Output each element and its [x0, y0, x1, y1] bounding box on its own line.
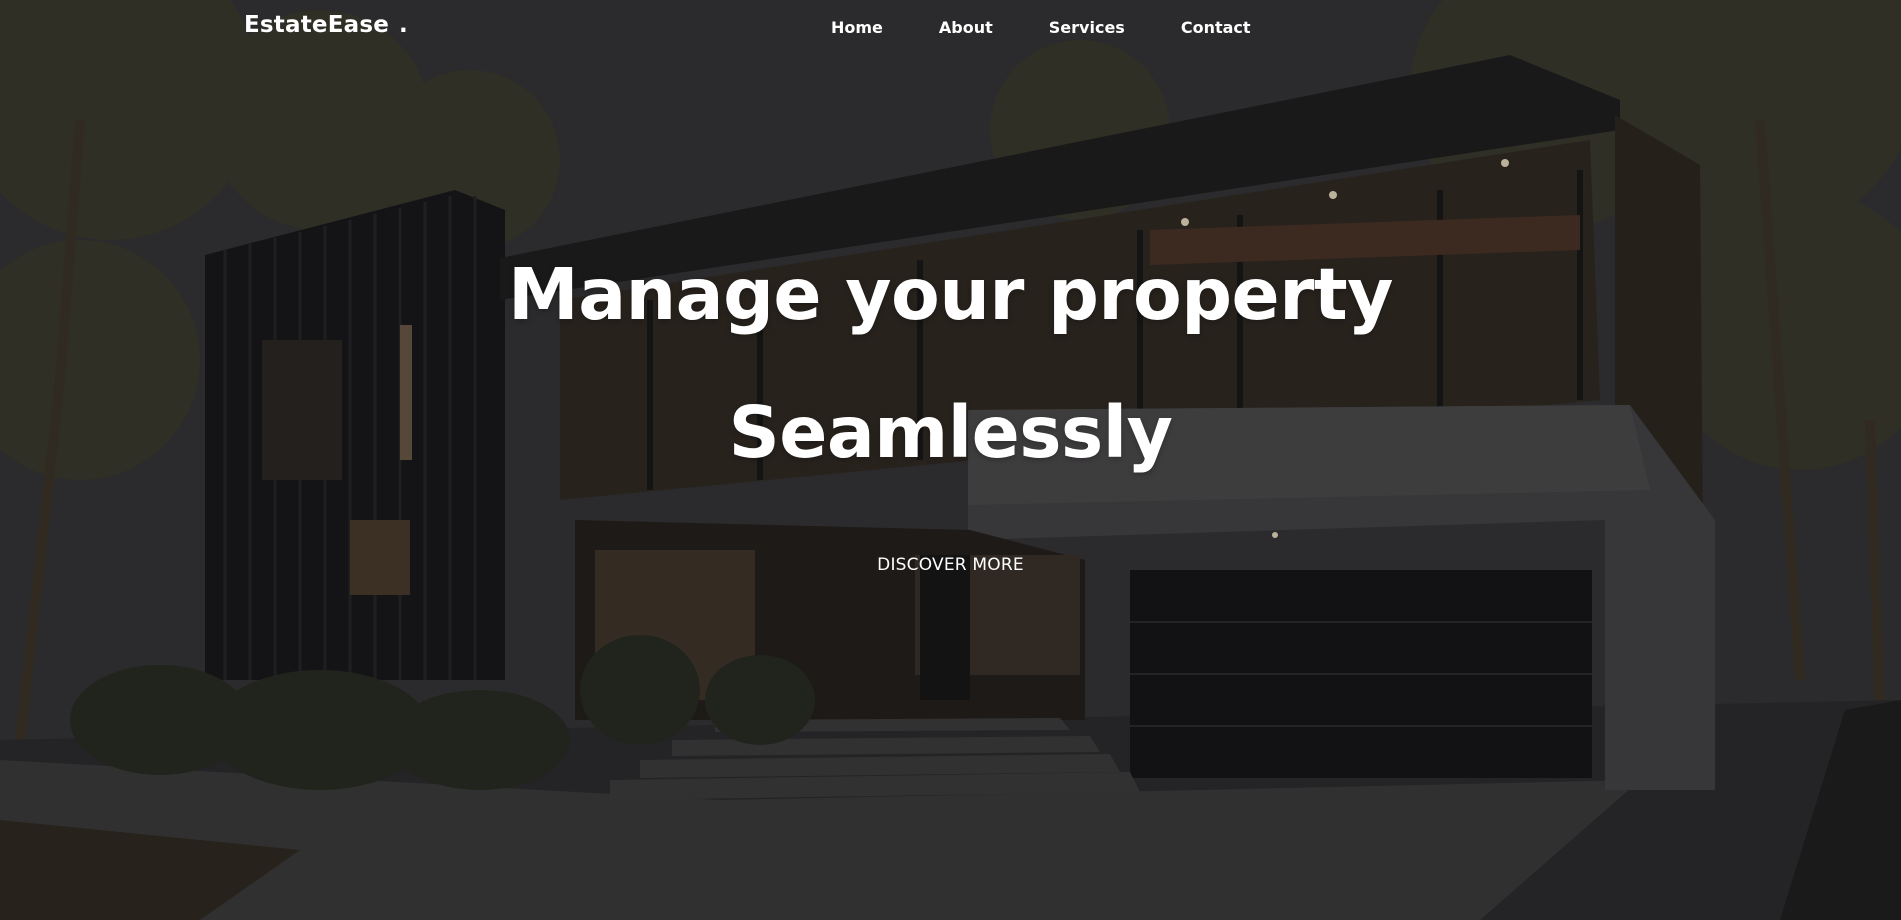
hero-section: EstateEase. Home About Services Contact … [0, 0, 1901, 920]
discover-more-button[interactable]: DISCOVER MORE [877, 555, 1024, 575]
nav-link-home[interactable]: Home [831, 18, 883, 37]
brand-dot: . [399, 12, 408, 38]
hero-heading-line2: Seamlessly [728, 391, 1173, 474]
nav-link-services[interactable]: Services [1049, 18, 1125, 37]
brand-logo[interactable]: EstateEase. [244, 12, 408, 38]
nav-link-contact[interactable]: Contact [1181, 18, 1251, 37]
cta-container: DISCOVER MORE [0, 555, 1901, 575]
hero-heading-line1: Manage your property [508, 253, 1393, 336]
brand-name: EstateEase [244, 12, 390, 38]
nav-menu: Home About Services Contact [831, 18, 1251, 37]
nav-link-about[interactable]: About [939, 18, 993, 37]
top-navbar: EstateEase. Home About Services Contact [0, 0, 1901, 56]
